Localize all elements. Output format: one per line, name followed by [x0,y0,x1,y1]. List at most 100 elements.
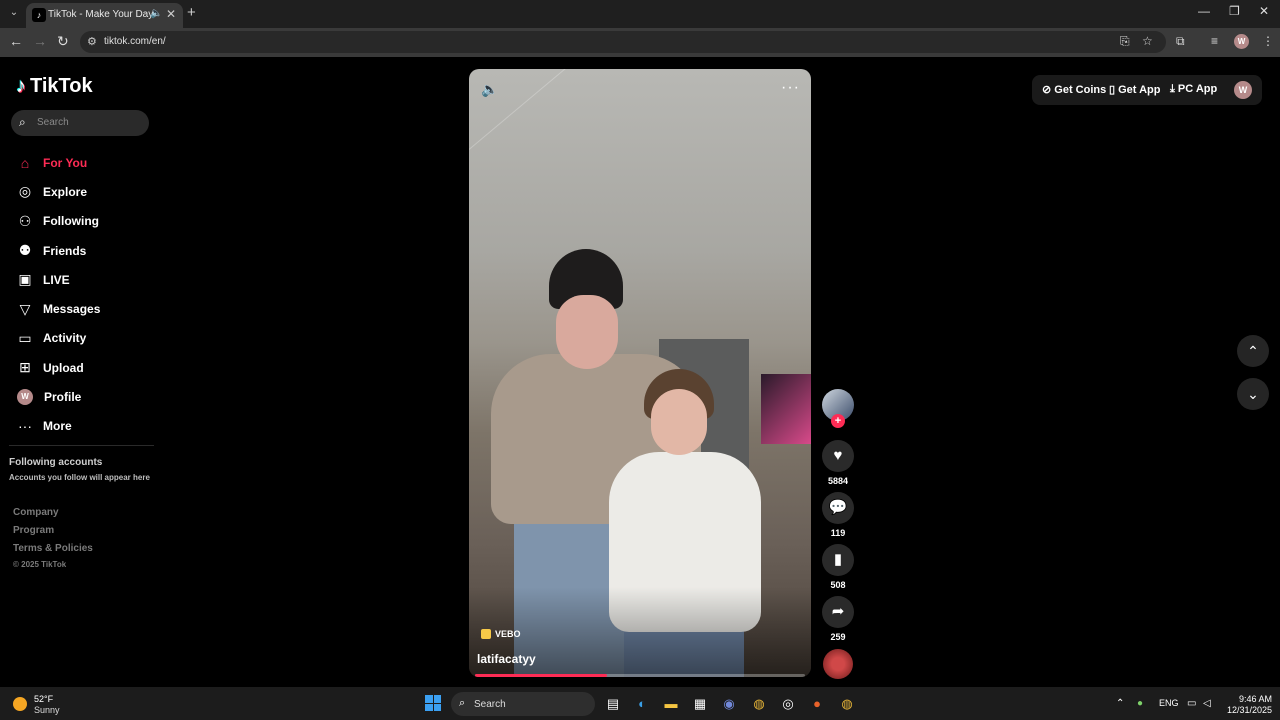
media-control-icon[interactable]: ≡ [1211,34,1218,48]
windows-start-icon[interactable] [425,695,441,711]
video-player[interactable]: 🔈 ··· VEBO latifacatyy [469,69,811,677]
share-button[interactable]: ➦ [822,596,854,628]
weather-condition[interactable]: Sunny [34,705,60,715]
sidebar-item-label: LIVE [43,272,70,287]
profile-avatar[interactable]: W [1234,81,1252,99]
sidebar-nav: ⌂ For You ◎ Explore ⚇ Following ⚉ Friend… [16,148,100,441]
tray-overflow-icon[interactable]: ⌃ [1116,698,1124,709]
get-app-label: Get App [1118,84,1161,96]
sidebar-item-label: Upload [43,360,84,375]
share-count: 259 [830,632,846,642]
clock-time[interactable]: 9:46 AM [1228,694,1272,704]
mic-tray-icon[interactable]: ● [1137,698,1143,709]
sidebar-item-live[interactable]: ▣ LIVE [16,265,100,294]
get-coins-button[interactable]: ⊘ Get Coins [1042,83,1106,96]
sidebar-item-activity[interactable]: ▭ Activity [16,324,100,353]
pc-app-button[interactable]: ⤓ PC App [1170,83,1217,96]
tiktok-logo[interactable]: ♪ TikTok [16,75,93,98]
taskbar-search[interactable]: ⌕ Search [451,692,595,716]
sidebar-item-explore[interactable]: ◎ Explore [16,177,100,206]
footer-link-program[interactable]: Program [13,525,54,536]
home-icon: ⌂ [20,154,30,171]
task-view-icon[interactable]: ▤ [604,695,622,713]
following-icon: ⚇ [18,212,32,229]
previous-video-button[interactable]: ⌃ [1237,335,1269,367]
more-icon: ··· [18,418,32,435]
next-video-button[interactable]: ⌄ [1237,378,1269,410]
browser-profile-avatar[interactable]: W [1234,34,1249,49]
music-disc-icon[interactable] [823,649,853,679]
like-count: 5884 [827,476,849,486]
reload-icon[interactable]: ↻ [57,33,69,50]
search-icon: ⌕ [459,697,466,709]
store-icon[interactable]: ▦ [691,695,709,713]
back-icon[interactable]: ← [9,33,23,49]
microphone-app-icon[interactable]: ● [808,695,826,713]
extensions-icon[interactable]: ⧉ [1176,34,1185,49]
video-progress-bar[interactable] [475,674,805,677]
browser-tab[interactable]: ♪ TikTok - Make Your Day 🔈 ✕ [26,3,183,28]
steam-icon[interactable]: ◎ [779,695,797,713]
sidebar-item-profile[interactable]: W Profile [16,382,100,411]
pc-app-label: PC App [1177,83,1218,95]
tab-audio-icon[interactable]: 🔈 [150,8,162,19]
logo-text: TikTok [30,75,93,97]
sidebar-item-more[interactable]: ··· More [16,412,100,441]
clock-date[interactable]: 12/31/2025 [1222,705,1272,715]
comment-button[interactable]: 💬 [822,492,854,524]
maximize-icon[interactable]: ❐ [1229,4,1240,18]
chrome-active-icon[interactable]: ◍ [838,695,856,713]
install-app-icon[interactable]: ⎘ [1120,34,1130,49]
badge-icon [481,629,491,639]
bookmark-star-icon[interactable]: ☆ [1142,34,1153,48]
browser-toolbar: ← → ↻ ⚙ tiktok.com/en/ ⎘ ☆ ⧉ ≡ ⋮ [0,28,1280,57]
sun-icon[interactable] [13,697,27,711]
bookmark-button[interactable]: ▮ [822,544,854,576]
window-close-icon[interactable]: ✕ [1259,4,1269,18]
url-text[interactable]: tiktok.com/en/ [104,36,166,47]
video-badge[interactable]: VEBO [481,629,521,639]
sidebar-item-messages[interactable]: ▽ Messages [16,294,101,323]
network-icon[interactable]: ▭ [1187,698,1196,709]
get-app-button[interactable]: ▯ Get App [1109,83,1160,96]
video-frame-detail [469,69,732,150]
video-author[interactable]: latifacatyy [477,652,536,666]
edge-icon[interactable]: ◐ [633,695,651,713]
taskbar-search-placeholder: Search [474,699,506,710]
language-indicator[interactable]: ENG [1159,698,1179,708]
site-info-icon[interactable]: ⚙ [87,35,97,48]
top-actions: ⊘ Get Coins ▯ Get App ⤓ PC App W [1032,75,1262,105]
footer-link-company[interactable]: Company [13,507,59,518]
sidebar-item-upload[interactable]: ⊞ Upload [16,353,100,382]
sidebar-item-for-you[interactable]: ⌂ For You [16,148,100,177]
sidebar-item-friends[interactable]: ⚉ Friends [16,236,100,265]
save-count: 508 [830,580,846,590]
file-explorer-icon[interactable]: ▬ [662,695,680,713]
search-input[interactable]: ⌕ Search [11,110,149,136]
tab-list-icon[interactable]: ⌄ [6,5,22,21]
sidebar-item-following[interactable]: ⚇ Following [16,207,100,236]
video-frame-detail [556,295,618,369]
like-button[interactable]: ♥ [822,440,854,472]
get-coins-label: Get Coins [1054,84,1107,96]
address-bar[interactable]: ⚙ tiktok.com/en/ ⎘ ☆ [80,31,1166,53]
footer-link-terms[interactable]: Terms & Policies [13,543,93,554]
volume-icon[interactable]: 🔈 [481,81,498,98]
follow-plus-icon[interactable]: + [831,414,845,428]
video-more-icon[interactable]: ··· [781,79,800,97]
sidebar-item-label: Profile [44,390,82,405]
discord-icon[interactable]: ◉ [720,695,738,713]
following-accounts-title: Following accounts [9,457,103,468]
browser-menu-icon[interactable]: ⋮ [1262,34,1274,48]
tiktok-page: ♪ TikTok ⌕ Search ⌂ For You ◎ Explore ⚇ … [0,57,1280,687]
forward-icon[interactable]: → [33,33,47,49]
minimize-icon[interactable]: — [1198,4,1210,18]
chrome-icon[interactable]: ◍ [750,695,768,713]
sidebar-item-label: Following [43,214,99,229]
weather-temp[interactable]: 52°F [34,694,53,704]
sidebar-item-label: More [43,419,72,434]
tab-close-icon[interactable]: ✕ [166,7,176,21]
volume-tray-icon[interactable]: ◁ [1203,698,1211,709]
search-icon: ⌕ [19,115,26,129]
new-tab-icon[interactable]: + [187,4,196,21]
